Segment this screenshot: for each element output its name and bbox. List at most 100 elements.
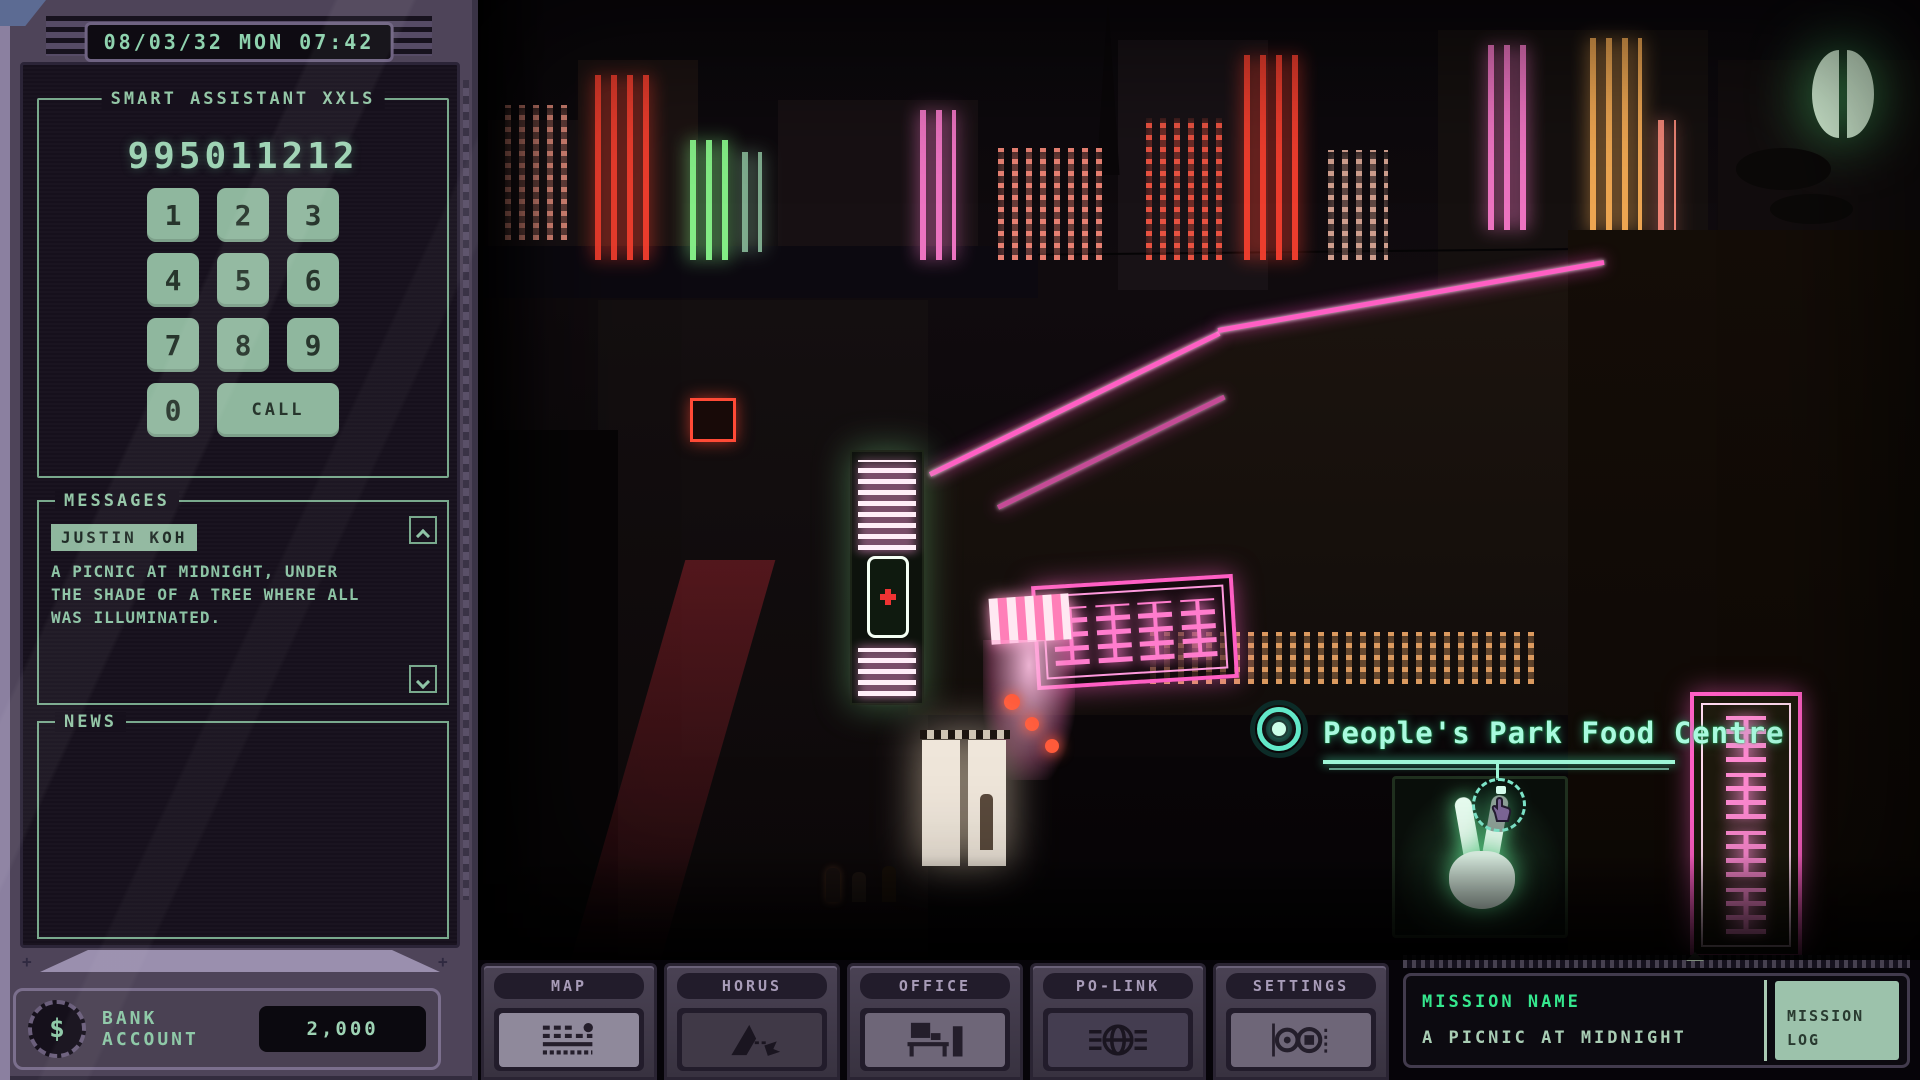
door-pane bbox=[922, 740, 960, 866]
nav-polink-label: PO-LINK bbox=[1043, 973, 1193, 999]
nav-office-button[interactable]: OFFICE bbox=[847, 963, 1023, 1080]
striped-awning bbox=[988, 593, 1071, 644]
nav-polink-button[interactable]: PO-LINK bbox=[1030, 963, 1206, 1080]
left-scene-shadow bbox=[478, 0, 548, 960]
key-8[interactable]: 8 bbox=[217, 318, 269, 372]
cjk-glyph bbox=[1137, 601, 1174, 661]
dialer-title: SMART ASSISTANT XXLS bbox=[102, 89, 385, 109]
neon-windows-red3 bbox=[1244, 55, 1302, 260]
cjk-glyph bbox=[1180, 598, 1217, 658]
dialer-section: SMART ASSISTANT XXLS 995011212 1 2 3 4 5… bbox=[37, 98, 449, 478]
nav-horus-button[interactable]: HORUS bbox=[664, 963, 840, 1080]
message-body: A PICNIC AT MIDNIGHT, UNDER THE SHADE OF… bbox=[51, 560, 361, 630]
drone-silhouette bbox=[1736, 148, 1831, 190]
location-label[interactable]: People's Park Food Centre bbox=[1323, 716, 1785, 750]
orb-half bbox=[1847, 50, 1874, 138]
mission-log-button[interactable]: MISSION LOG bbox=[1775, 981, 1899, 1060]
call-button[interactable]: CALL bbox=[217, 383, 339, 437]
green-orb-logo bbox=[1812, 50, 1874, 138]
neon-windows-red2 bbox=[1146, 118, 1224, 260]
nav-horus-plate bbox=[677, 1008, 827, 1071]
nav-office-label: OFFICE bbox=[860, 973, 1010, 999]
neon-windows-mint bbox=[742, 152, 762, 252]
screw-plus: + bbox=[438, 956, 450, 968]
key-6[interactable]: 6 bbox=[287, 253, 339, 307]
smart-assistant-device: 08/03/32 MON 07:42 SMART ASSISTANT XXLS … bbox=[0, 0, 478, 1080]
nav-office-plate bbox=[860, 1008, 1010, 1071]
key-2[interactable]: 2 bbox=[217, 188, 269, 242]
nav-horus-label: HORUS bbox=[677, 973, 827, 999]
bank-account-bar: $ BANK ACCOUNT 2,000 bbox=[13, 988, 441, 1070]
neon-windows-green bbox=[690, 140, 728, 260]
pharmacy-neon-sign bbox=[850, 450, 924, 705]
keypad: 1 2 3 4 5 6 7 8 9 0 CALL bbox=[147, 188, 339, 437]
chevron-down-icon bbox=[416, 675, 430, 689]
currency-symbol: $ bbox=[49, 1014, 65, 1044]
nav-settings-button[interactable]: SETTINGS bbox=[1213, 963, 1389, 1080]
neon-windows-salmon2 bbox=[998, 148, 1102, 260]
door-header bbox=[920, 730, 1010, 739]
red-neon-shopsign bbox=[690, 398, 736, 442]
person-silhouette bbox=[980, 794, 993, 850]
nav-settings-plate bbox=[1226, 1008, 1376, 1071]
neon-windows-red bbox=[595, 75, 659, 260]
key-0[interactable]: 0 bbox=[147, 383, 199, 437]
device-screen: SMART ASSISTANT XXLS 995011212 1 2 3 4 5… bbox=[20, 62, 460, 948]
messages-scroll-up-button[interactable] bbox=[409, 516, 437, 544]
nav-settings-label: SETTINGS bbox=[1226, 973, 1376, 999]
neon-windows-orange bbox=[1590, 38, 1642, 233]
message-sender-chip[interactable]: JUSTIN KOH bbox=[51, 524, 197, 551]
sign-stripes bbox=[858, 648, 916, 696]
key-5[interactable]: 5 bbox=[217, 253, 269, 307]
key-7[interactable]: 7 bbox=[147, 318, 199, 372]
news-section: NEWS bbox=[37, 721, 449, 939]
nav-map-label: MAP bbox=[494, 973, 644, 999]
messages-section: MESSAGES JUSTIN KOH A PICNIC AT MIDNIGHT… bbox=[37, 500, 449, 705]
target-ring bbox=[1266, 716, 1292, 742]
key-9[interactable]: 9 bbox=[287, 318, 339, 372]
device-chin bbox=[40, 950, 440, 972]
key-3[interactable]: 3 bbox=[287, 188, 339, 242]
news-title: NEWS bbox=[55, 712, 126, 732]
map-icon bbox=[499, 1013, 639, 1067]
cjk-glyph bbox=[1095, 603, 1132, 663]
horus-bird-icon bbox=[682, 1013, 822, 1067]
bank-balance: 2,000 bbox=[259, 1006, 426, 1052]
dialed-number-display: 995011212 bbox=[39, 136, 447, 177]
office-desk-icon bbox=[865, 1013, 1005, 1067]
target-center bbox=[1272, 722, 1286, 736]
bank-account-label: BANK ACCOUNT bbox=[102, 1008, 259, 1050]
frame-seam bbox=[463, 80, 469, 900]
neon-windows-peach bbox=[1328, 150, 1388, 260]
globe-link-icon bbox=[1048, 1013, 1188, 1067]
mission-name-value: A PICNIC AT MIDNIGHT bbox=[1422, 1028, 1687, 1048]
currency-coin-icon: $ bbox=[28, 1000, 86, 1058]
sign-stripes bbox=[858, 460, 916, 550]
neon-windows-pink bbox=[920, 110, 956, 260]
bottle-cross bbox=[880, 589, 896, 605]
key-4[interactable]: 4 bbox=[147, 253, 199, 307]
medicine-bottle-icon bbox=[867, 556, 909, 638]
messages-scroll-down-button[interactable] bbox=[409, 665, 437, 693]
frame-accent bbox=[0, 0, 46, 26]
messages-title: MESSAGES bbox=[55, 491, 179, 511]
nav-map-plate bbox=[494, 1008, 644, 1071]
neon-windows-pink2 bbox=[1488, 45, 1536, 230]
lantern bbox=[1004, 694, 1020, 710]
cjk-glyph bbox=[1726, 773, 1766, 819]
mission-name-label: MISSION NAME bbox=[1422, 992, 1581, 1012]
chevron-up-icon bbox=[416, 528, 430, 542]
mission-panel: MISSION NAME A PICNIC AT MIDNIGHT MISSIO… bbox=[1403, 973, 1910, 1068]
city-scene: People's Park Food Centre bbox=[478, 0, 1920, 960]
key-1[interactable]: 1 bbox=[147, 188, 199, 242]
orb-half bbox=[1812, 50, 1839, 138]
mission-separator bbox=[1764, 980, 1767, 1061]
bottom-fade bbox=[478, 855, 1920, 960]
nav-map-button[interactable]: MAP bbox=[481, 963, 657, 1080]
nav-polink-plate bbox=[1043, 1008, 1193, 1071]
game-root: People's Park Food Centre 08/03/32 MON 0… bbox=[0, 0, 1920, 1080]
settings-dials-icon bbox=[1231, 1013, 1371, 1067]
datetime-display: 08/03/32 MON 07:42 bbox=[85, 22, 394, 62]
screw-plus: + bbox=[22, 956, 34, 968]
shop-doors bbox=[916, 730, 1016, 870]
